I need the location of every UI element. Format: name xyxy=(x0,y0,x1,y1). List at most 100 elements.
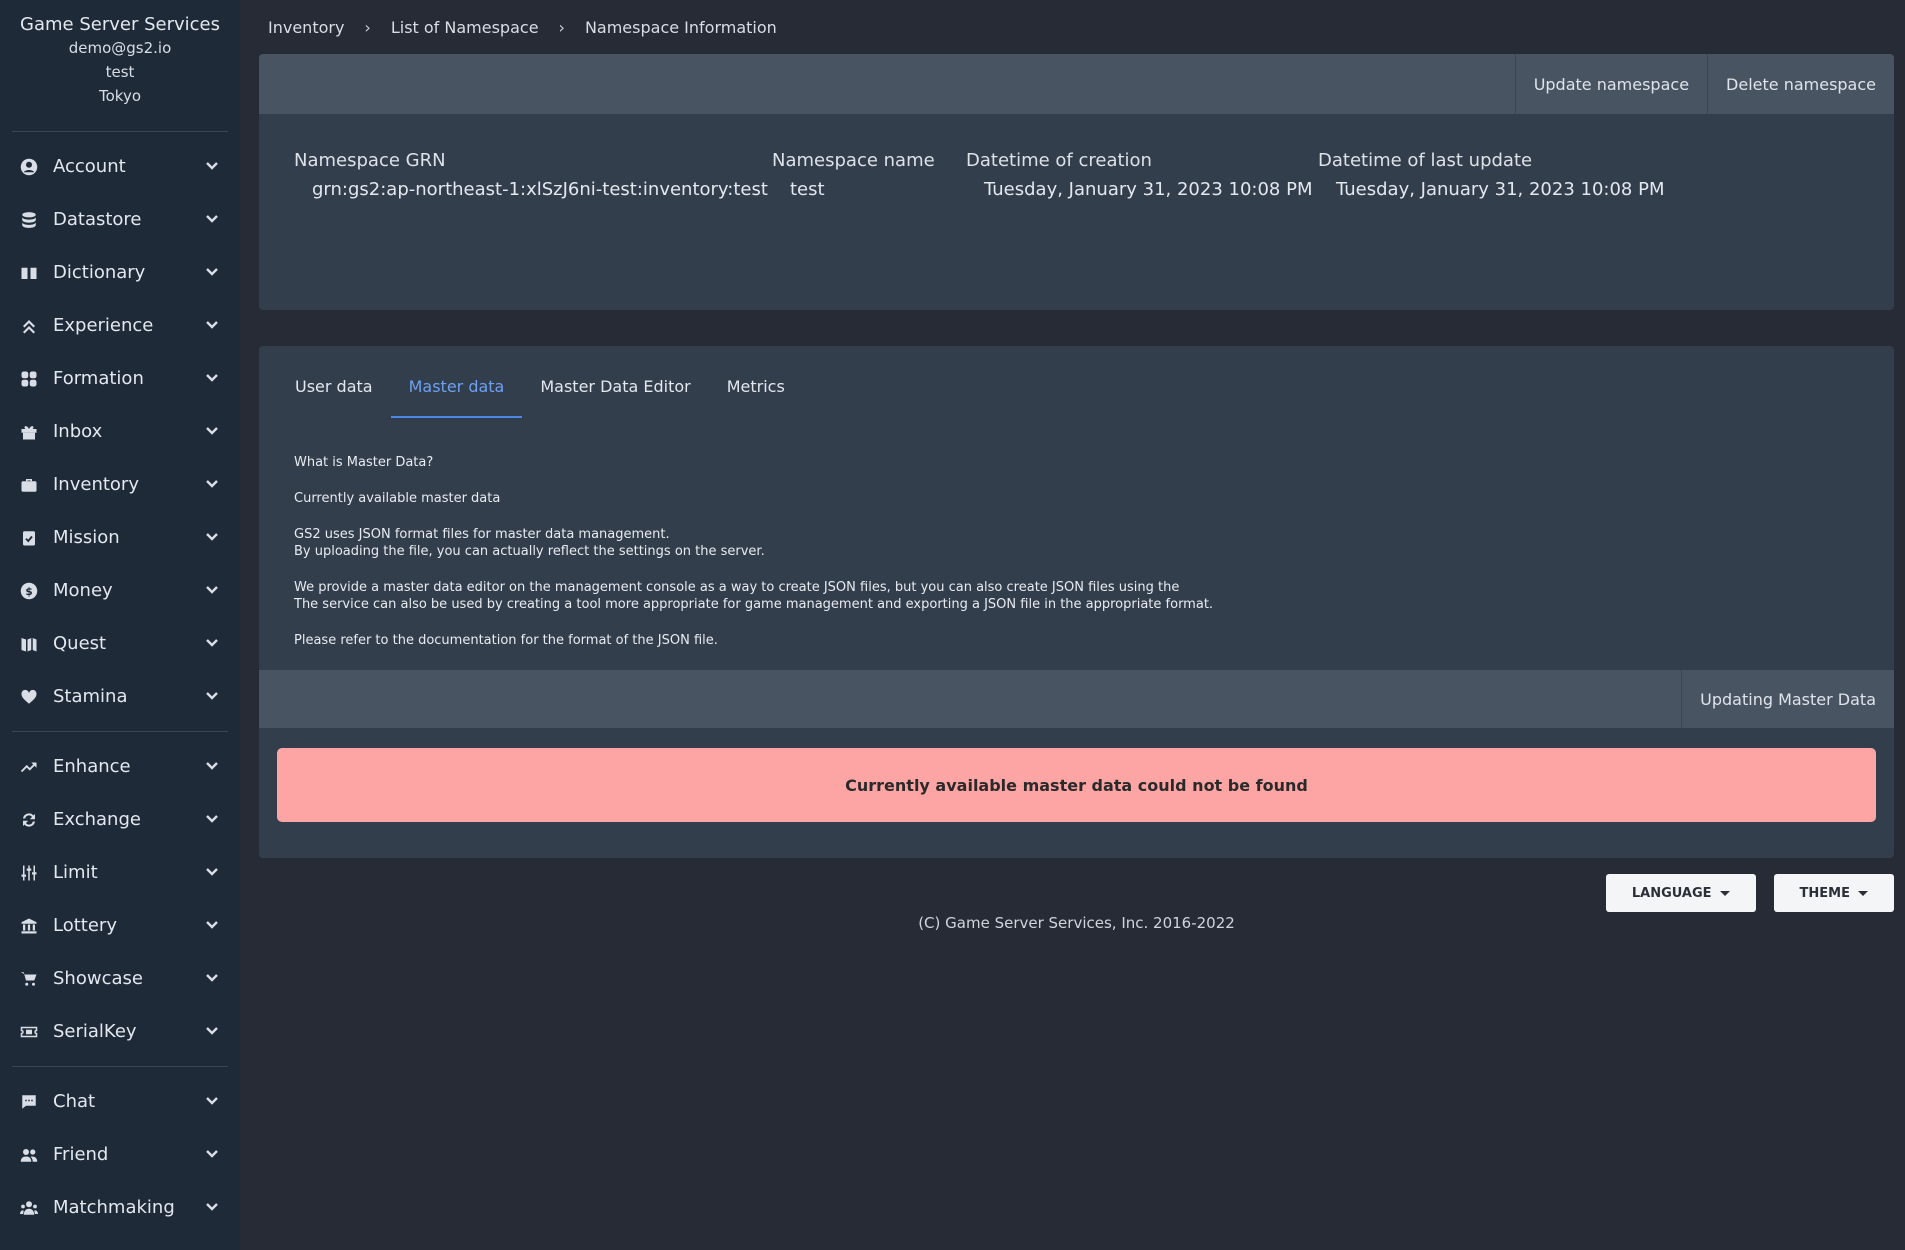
theme-button[interactable]: THEME xyxy=(1773,874,1894,912)
sidebar-menu: Account Datastore Dictionary Experience Form… xyxy=(0,131,240,1242)
grn-value: grn:gs2:ap-northeast-1:xlSzJ6ni-test:inv… xyxy=(312,179,768,200)
namespace-card: Update namespace Delete namespace Namesp… xyxy=(259,54,1894,310)
master-data-description: What is Master Data? Currently available… xyxy=(259,428,1894,649)
trending-up-icon xyxy=(20,758,38,776)
chevron-down-icon[interactable] xyxy=(204,810,220,830)
chevron-down-icon[interactable] xyxy=(204,916,220,936)
sidebar-item-inventory[interactable]: Inventory xyxy=(0,458,240,511)
exchange-icon xyxy=(20,811,38,829)
sidebar-item-enhance[interactable]: Enhance xyxy=(0,740,240,793)
tab-metrics[interactable]: Metrics xyxy=(709,376,803,428)
sidebar-header: Game Server Services demo@gs2.io test To… xyxy=(0,0,240,131)
delete-namespace-button[interactable]: Delete namespace xyxy=(1707,54,1894,114)
sidebar-item-label: Friend xyxy=(53,1144,109,1165)
breadcrumb-current: Namespace Information xyxy=(584,17,777,37)
sidebar-item-label: Account xyxy=(53,156,126,177)
database-icon xyxy=(20,211,38,229)
update-master-data-button[interactable]: Updating Master Data xyxy=(1681,670,1894,728)
sidebar-item-inbox[interactable]: Inbox xyxy=(0,405,240,458)
sidebar-item-label: Matchmaking xyxy=(53,1197,175,1218)
sidebar-item-datastore[interactable]: Datastore xyxy=(0,193,240,246)
region-name: Tokyo xyxy=(99,87,141,105)
ticket-icon xyxy=(20,1023,38,1041)
currently-available-heading: Currently available master data xyxy=(294,491,501,506)
update-namespace-button[interactable]: Update namespace xyxy=(1514,54,1707,114)
sidebar-item-matchmaking[interactable]: Matchmaking xyxy=(0,1181,240,1234)
sidebar-item-label: Quest xyxy=(53,633,107,654)
sidebar-item-friend[interactable]: Friend xyxy=(0,1128,240,1181)
chevron-right-icon: › xyxy=(364,17,371,37)
sidebar-item-label: Exchange xyxy=(53,809,141,830)
tab-bar: User data Master data Master Data Editor… xyxy=(259,346,1894,428)
chevron-down-icon[interactable] xyxy=(204,581,220,601)
chevron-down-icon[interactable] xyxy=(204,1145,220,1165)
sidebar-item-exchange[interactable]: Exchange xyxy=(0,793,240,846)
sidebar-item-limit[interactable]: Limit xyxy=(0,846,240,899)
sidebar-item-quest[interactable]: Quest xyxy=(0,617,240,670)
tab-master-data[interactable]: Master data xyxy=(390,376,523,428)
tab-user-data[interactable]: User data xyxy=(277,376,391,428)
double-chevron-up-icon xyxy=(20,317,38,335)
chevron-down-icon[interactable] xyxy=(204,634,220,654)
chevron-down-icon[interactable] xyxy=(204,475,220,495)
sidebar-item-stamina[interactable]: Stamina xyxy=(0,670,240,723)
name-value: test xyxy=(790,179,825,200)
sidebar-item-label: Lottery xyxy=(53,915,117,936)
language-button[interactable]: LANGUAGE xyxy=(1605,874,1756,912)
sidebar-item-label: Showcase xyxy=(53,968,143,989)
namespace-toolbar: Update namespace Delete namespace xyxy=(259,54,1894,114)
sidebar-item-serialkey[interactable]: SerialKey xyxy=(0,1005,240,1058)
brand-title: Game Server Services xyxy=(20,14,220,35)
chevron-down-icon[interactable] xyxy=(204,1092,220,1112)
chevron-down-icon[interactable] xyxy=(204,422,220,442)
created-label: Datetime of creation xyxy=(966,150,1152,171)
chevron-down-icon[interactable] xyxy=(204,863,220,883)
chevron-down-icon[interactable] xyxy=(204,528,220,548)
sidebar-item-chat[interactable]: Chat xyxy=(0,1075,240,1128)
chevron-down-icon[interactable] xyxy=(204,1022,220,1042)
sidebar-item-label: Inventory xyxy=(53,474,139,495)
master-data-toolbar: Updating Master Data xyxy=(259,670,1894,728)
sidebar-item-mission[interactable]: Mission xyxy=(0,511,240,564)
language-label: LANGUAGE xyxy=(1631,885,1712,901)
breadcrumb-namespace-list[interactable]: List of Namespace xyxy=(391,18,539,37)
main-content: Inventory › List of Namespace › Namespac… xyxy=(259,0,1894,932)
breadcrumb-inventory[interactable]: Inventory xyxy=(268,18,344,37)
chevron-down-icon[interactable] xyxy=(204,969,220,989)
sidebar-item-account[interactable]: Account xyxy=(0,140,240,193)
chevron-down-icon[interactable] xyxy=(204,316,220,336)
sidebar-item-label: Chat xyxy=(53,1091,96,1112)
description-paragraph-1: GS2 uses JSON format files for master da… xyxy=(294,526,1859,560)
updated-label: Datetime of last update xyxy=(1318,150,1533,171)
chevron-down-icon[interactable] xyxy=(204,757,220,777)
breadcrumb: Inventory › List of Namespace › Namespac… xyxy=(259,0,1894,54)
p2-line-1: We provide a master data editor on the m… xyxy=(294,580,1180,595)
chevron-down-icon[interactable] xyxy=(204,1198,220,1218)
sidebar-item-label: SerialKey xyxy=(53,1021,137,1042)
chevron-down-icon[interactable] xyxy=(204,157,220,177)
chevron-down-icon[interactable] xyxy=(204,210,220,230)
tab-master-data-editor[interactable]: Master Data Editor xyxy=(522,376,708,428)
sidebar-item-formation[interactable]: Formation xyxy=(0,352,240,405)
bank-icon xyxy=(20,917,38,935)
svg-text:$: $ xyxy=(25,585,32,597)
description-paragraph-2: We provide a master data editor on the m… xyxy=(294,579,1859,613)
no-master-data-alert: Currently available master data could no… xyxy=(277,748,1876,822)
chevron-down-icon[interactable] xyxy=(204,687,220,707)
sidebar-item-label: Datastore xyxy=(53,209,142,230)
sidebar-item-money[interactable]: $ Money xyxy=(0,564,240,617)
what-is-master-data: What is Master Data? xyxy=(294,455,434,470)
master-data-card: User data Master data Master Data Editor… xyxy=(259,346,1894,858)
footer-buttons: LANGUAGE THEME xyxy=(1605,874,1894,912)
sidebar-item-label: Dictionary xyxy=(53,262,146,283)
sidebar-item-label: Enhance xyxy=(53,756,131,777)
sidebar-item-experience[interactable]: Experience xyxy=(0,299,240,352)
heart-icon xyxy=(20,688,38,706)
chevron-down-icon[interactable] xyxy=(204,263,220,283)
sidebar-item-lottery[interactable]: Lottery xyxy=(0,899,240,952)
project-name: test xyxy=(105,63,135,81)
clipboard-check-icon xyxy=(20,529,38,547)
sidebar-item-showcase[interactable]: Showcase xyxy=(0,952,240,1005)
chevron-down-icon[interactable] xyxy=(204,369,220,389)
sidebar-item-dictionary[interactable]: Dictionary xyxy=(0,246,240,299)
